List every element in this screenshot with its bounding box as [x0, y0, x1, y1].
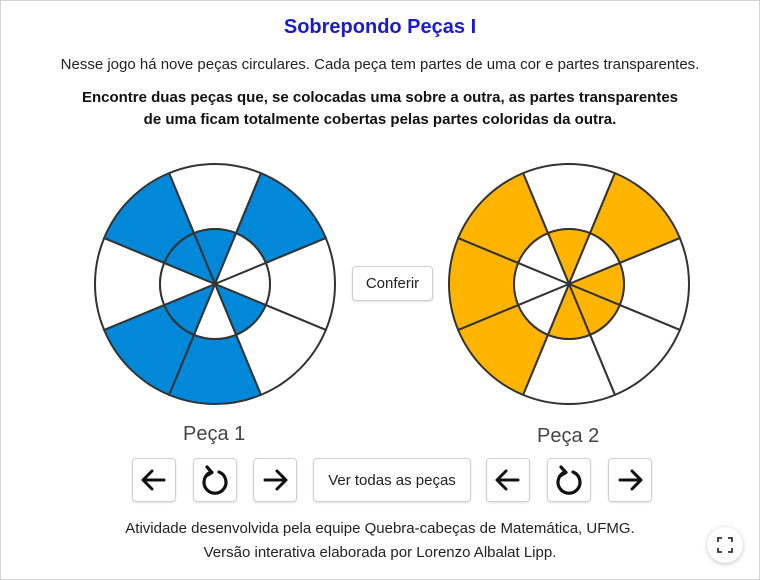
piece-2-next-button[interactable] — [608, 458, 652, 502]
arrow-left-icon — [141, 469, 166, 491]
piece-2-rotate-button[interactable] — [547, 458, 591, 502]
arrow-right-icon — [618, 469, 643, 491]
piece-1-rotate-button[interactable] — [193, 458, 237, 502]
piece-1-label: Peça 1 — [183, 423, 246, 445]
piece-1-next-button[interactable] — [253, 458, 297, 502]
credits-line-2: Versão interativa elaborada por Lorenzo … — [203, 544, 557, 561]
rotate-icon — [202, 465, 228, 495]
arrow-right-icon — [263, 469, 288, 491]
page-title: Sobrepondo Peças I — [283, 16, 477, 38]
task-text: Encontre duas peças que, se colocadas um… — [0, 87, 760, 131]
arrow-left-icon — [495, 469, 520, 491]
credits-line-1: Atividade desenvolvida pela equipe Quebr… — [125, 520, 635, 537]
view-all-button[interactable]: Ver todas as peças — [313, 458, 471, 502]
piece-1-disc[interactable] — [93, 162, 337, 406]
piece-2-disc[interactable] — [447, 162, 691, 406]
fullscreen-icon — [717, 537, 733, 553]
intro-text: Nesse jogo há nove peças circulares. Cad… — [60, 56, 700, 73]
rotate-icon — [556, 465, 582, 495]
piece-1-prev-button[interactable] — [132, 458, 176, 502]
task-line-1: Encontre duas peças que, se colocadas um… — [81, 89, 679, 106]
fullscreen-button[interactable] — [707, 527, 743, 563]
task-line-2: de uma ficam totalmente cobertas pelas p… — [143, 111, 617, 128]
piece-2-prev-button[interactable] — [486, 458, 530, 502]
check-button[interactable]: Conferir — [352, 266, 433, 301]
piece-2-label: Peça 2 — [537, 425, 600, 447]
